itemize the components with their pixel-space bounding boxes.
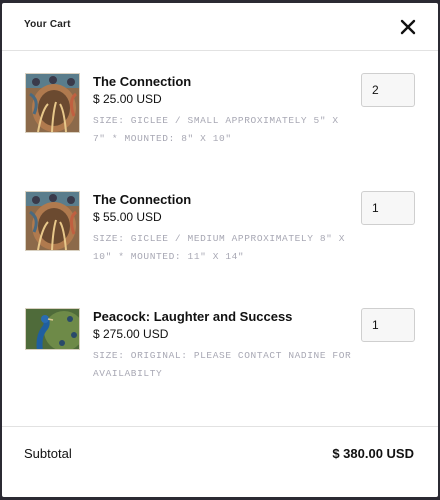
subtotal-value: $ 380.00 USD: [332, 446, 414, 461]
quantity-input[interactable]: [361, 308, 415, 342]
connection-artwork-thumbnail[interactable]: [25, 191, 80, 251]
item-name[interactable]: The Connection: [93, 192, 191, 207]
subtotal-label: Subtotal: [24, 446, 72, 461]
cart-footer: Subtotal $ 380.00 USD: [2, 426, 438, 497]
connection-artwork-thumbnail[interactable]: [25, 73, 80, 133]
cart-item: Peacock: Laughter and Success $ 275.00 U…: [2, 308, 438, 418]
cart-header: Your Cart: [2, 3, 438, 51]
quantity-input[interactable]: [361, 191, 415, 225]
item-variant: Size: Giclee / Medium approximately 8" x…: [93, 233, 346, 262]
cart-panel: Your Cart The Connection $ 25.00 USD SIZ…: [2, 3, 438, 497]
item-variant: Size: Giclee / Small approximately 5" x …: [93, 115, 339, 144]
cart-item: The Connection $ 55.00 USD Size: Giclee …: [2, 191, 438, 301]
item-name[interactable]: Peacock: Laughter and Success: [93, 309, 292, 324]
cart-item: The Connection $ 25.00 USD Size: Giclee …: [2, 73, 438, 183]
item-price: $ 25.00 USD: [93, 92, 162, 106]
cart-title: Your Cart: [24, 19, 71, 30]
item-price: $ 55.00 USD: [93, 210, 162, 224]
peacock-artwork-thumbnail[interactable]: [25, 308, 80, 350]
item-name[interactable]: The Connection: [93, 74, 191, 89]
close-icon: [400, 19, 416, 35]
close-button[interactable]: [398, 17, 418, 37]
item-price: $ 275.00 USD: [93, 327, 169, 341]
quantity-input[interactable]: [361, 73, 415, 107]
item-variant: Size: Original: Please contact Nadine fo…: [93, 350, 352, 379]
